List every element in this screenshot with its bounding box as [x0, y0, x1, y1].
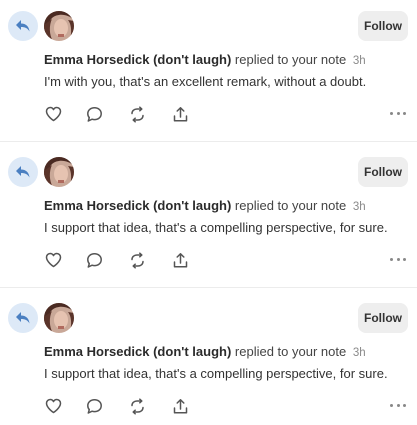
- restack-arrows-icon: [130, 251, 144, 269]
- author-name[interactable]: Emma Horsedick (don't laugh): [44, 344, 231, 359]
- comment-bubble-icon: [86, 252, 102, 268]
- follow-button[interactable]: Follow: [358, 11, 408, 41]
- heart-icon: [45, 252, 61, 268]
- share-button[interactable]: [171, 251, 189, 269]
- avatar[interactable]: [44, 157, 74, 187]
- author-name[interactable]: Emma Horsedick (don't laugh): [44, 52, 231, 67]
- note-notification: Follow Emma Horsedick (don't laugh) repl…: [0, 146, 417, 292]
- more-dots-icon[interactable]: [390, 108, 406, 118]
- note-headline: Emma Horsedick (don't laugh) replied to …: [44, 198, 404, 215]
- share-upload-icon: [173, 106, 187, 122]
- action-text: replied to your note: [234, 344, 347, 359]
- restack-arrows-icon: [130, 105, 144, 123]
- restack-button[interactable]: [128, 251, 146, 269]
- avatar[interactable]: [44, 303, 74, 333]
- note-headline: Emma Horsedick (don't laugh) replied to …: [44, 344, 404, 361]
- action-text: replied to your note: [234, 198, 347, 213]
- heart-icon: [45, 106, 61, 122]
- note-text[interactable]: I support that idea, that's a compelling…: [44, 366, 409, 382]
- share-upload-icon: [173, 252, 187, 268]
- like-button[interactable]: [44, 397, 62, 415]
- note-text[interactable]: I support that idea, that's a compelling…: [44, 220, 409, 236]
- more-dots-icon[interactable]: [390, 254, 406, 264]
- avatar[interactable]: [44, 11, 74, 41]
- follow-button[interactable]: Follow: [358, 157, 408, 187]
- reply-arrow-icon: [16, 20, 30, 32]
- comment-button[interactable]: [85, 397, 103, 415]
- note-notification: Follow Emma Horsedick (don't laugh) repl…: [0, 292, 417, 425]
- comment-button[interactable]: [85, 105, 103, 123]
- restack-button[interactable]: [128, 105, 146, 123]
- reply-badge: [8, 303, 38, 333]
- more-dots-icon[interactable]: [390, 400, 406, 410]
- note-text[interactable]: I'm with you, that's an excellent remark…: [44, 74, 409, 90]
- share-button[interactable]: [171, 105, 189, 123]
- reply-arrow-icon: [16, 312, 30, 324]
- timestamp: 3h: [352, 201, 366, 213]
- like-button[interactable]: [44, 251, 62, 269]
- author-name[interactable]: Emma Horsedick (don't laugh): [44, 198, 231, 213]
- reply-badge: [8, 157, 38, 187]
- note-notification: Follow Emma Horsedick (don't laugh) repl…: [0, 0, 417, 146]
- reply-badge: [8, 11, 38, 41]
- share-button[interactable]: [171, 397, 189, 415]
- timestamp: 3h: [352, 347, 366, 359]
- share-upload-icon: [173, 398, 187, 414]
- divider: [0, 141, 417, 142]
- restack-arrows-icon: [130, 397, 144, 415]
- comment-button[interactable]: [85, 251, 103, 269]
- notifications-feed: Follow Emma Horsedick (don't laugh) repl…: [0, 0, 417, 425]
- restack-button[interactable]: [128, 397, 146, 415]
- divider: [0, 287, 417, 288]
- follow-button[interactable]: Follow: [358, 303, 408, 333]
- reply-arrow-icon: [16, 166, 30, 178]
- comment-bubble-icon: [86, 106, 102, 122]
- heart-icon: [45, 398, 61, 414]
- timestamp: 3h: [352, 55, 366, 67]
- like-button[interactable]: [44, 105, 62, 123]
- note-headline: Emma Horsedick (don't laugh) replied to …: [44, 52, 404, 69]
- action-text: replied to your note: [234, 52, 347, 67]
- comment-bubble-icon: [86, 398, 102, 414]
